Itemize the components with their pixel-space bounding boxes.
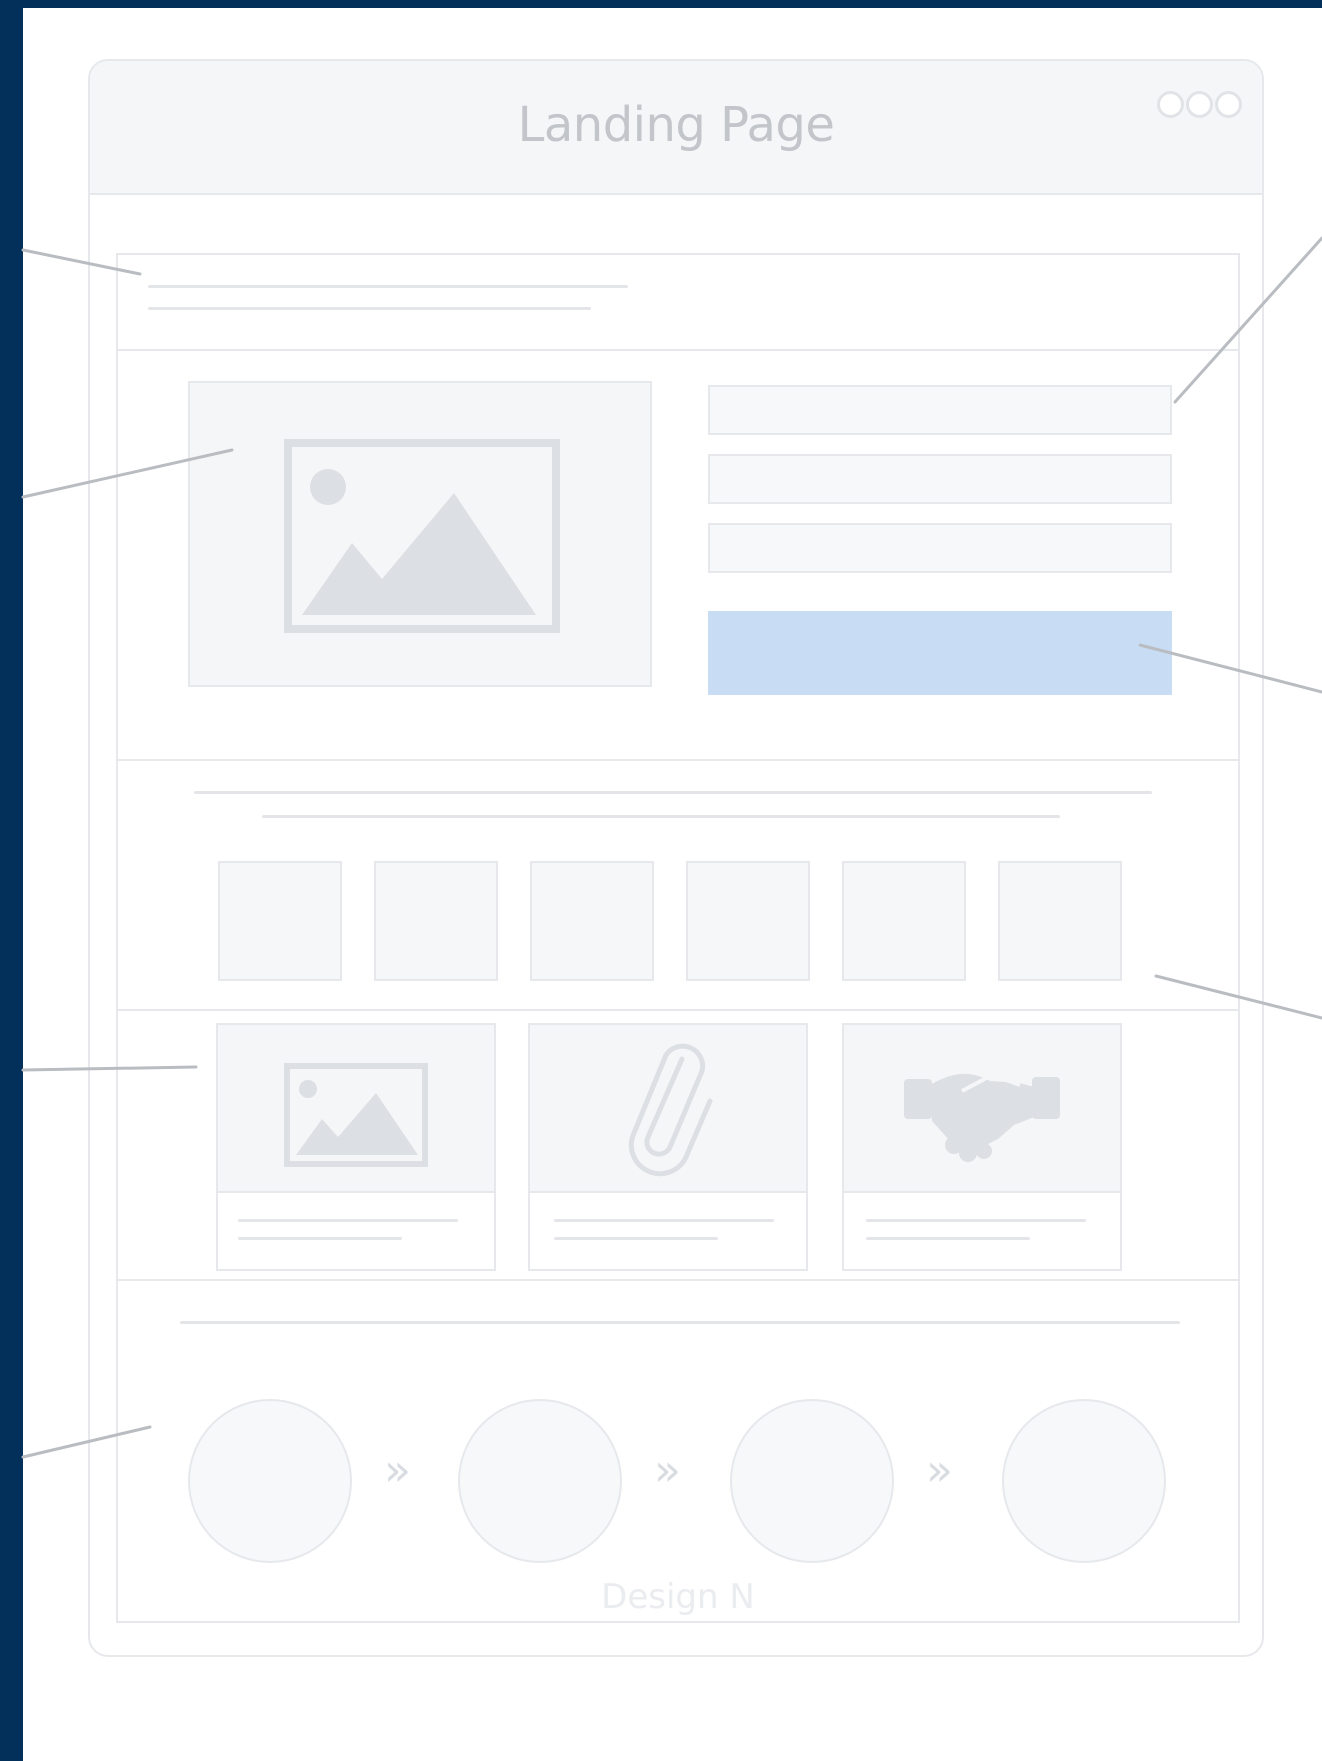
logo-placeholder [530,861,654,981]
card-text-line [866,1237,1030,1240]
step-circle[interactable] [188,1399,352,1563]
paperclip-icon [628,1043,713,1177]
card-text-line [866,1219,1086,1222]
form-field[interactable] [708,454,1172,504]
feature-card-media [530,1025,806,1193]
feature-card-media [218,1025,494,1193]
header-section [118,255,1238,351]
header-text-line [148,285,628,288]
feature-card[interactable] [528,1023,808,1271]
logo-placeholder [842,861,966,981]
logo-placeholder [218,861,342,981]
window-controls-icon[interactable] [1157,91,1242,118]
step-circle[interactable] [458,1399,622,1563]
double-chevron-right-icon: » [384,1445,411,1496]
frame-border-top [0,0,1322,8]
card-text-line [238,1219,458,1222]
hero-image [188,381,652,687]
step-circle[interactable] [730,1399,894,1563]
logo-placeholder [998,861,1122,981]
page-title: Landing Page [517,97,835,153]
hero-section [118,351,1238,761]
wireframe-content: » » » Design N [116,253,1240,1623]
steps-section: » » » Design N [118,1281,1238,1621]
section-text-line [194,791,1152,794]
cta-button[interactable] [708,611,1172,695]
form-field[interactable] [708,523,1172,573]
frame-border-left [0,0,23,1761]
double-chevron-right-icon: » [926,1445,953,1496]
header-text-line [148,307,591,310]
window-control-dot [1186,91,1213,118]
features-section [118,1011,1238,1281]
form-field[interactable] [708,385,1172,435]
card-text-line [554,1219,774,1222]
image-placeholder-icon [284,1063,428,1167]
window-control-dot [1215,91,1242,118]
section-text-line [180,1321,1180,1324]
image-placeholder-icon [284,439,560,633]
card-text-line [238,1237,402,1240]
feature-card[interactable] [842,1023,1122,1271]
feature-card[interactable] [216,1023,496,1271]
logo-placeholder [686,861,810,981]
footer-text: Design N [601,1577,755,1617]
handshake-icon [904,1072,1060,1162]
page: Landing Page » » » Design N [0,0,1322,1761]
window-control-dot [1157,91,1184,118]
feature-card-media [844,1025,1120,1193]
logos-section [118,761,1238,1011]
section-text-line [262,815,1060,818]
title-bar: Landing Page [90,61,1262,195]
logo-placeholder [374,861,498,981]
double-chevron-right-icon: » [654,1445,681,1496]
card-text-line [554,1237,718,1240]
browser-window: Landing Page » » » Design N [88,59,1264,1657]
step-circle[interactable] [1002,1399,1166,1563]
